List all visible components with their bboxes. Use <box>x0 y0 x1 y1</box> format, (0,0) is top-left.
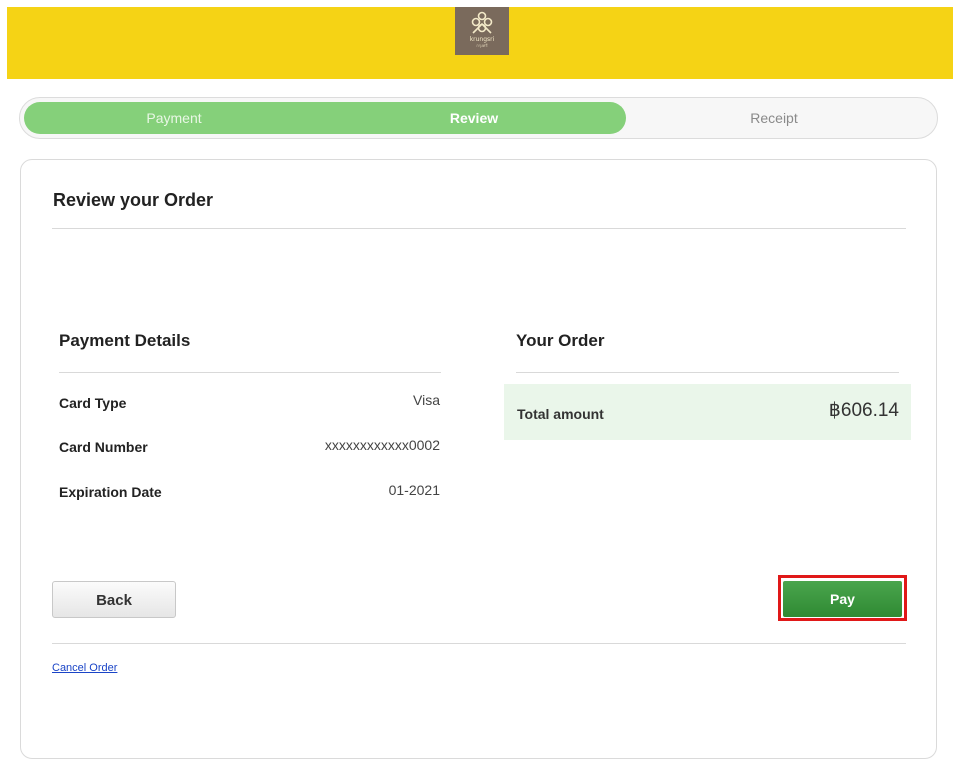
step-review: Review <box>449 110 499 126</box>
title-divider <box>52 228 906 229</box>
footer-divider <box>52 643 906 644</box>
total-amount-value: ฿606.14 <box>828 400 899 421</box>
total-amount-label: Total amount <box>517 406 604 422</box>
review-card: Review your Order Payment Details Card T… <box>20 159 937 759</box>
step-receipt: Receipt <box>750 110 798 126</box>
payment-details-divider <box>59 372 441 373</box>
header-bar: krungsri กรุงศรี <box>7 7 953 79</box>
expiration-date-value: 01-2021 <box>388 482 440 498</box>
brand-name: krungsri <box>469 36 495 43</box>
page-title: Review your Order <box>53 190 214 210</box>
your-order-title: Your Order <box>516 331 605 350</box>
payment-details-title: Payment Details <box>59 331 191 350</box>
pay-button[interactable]: Pay <box>783 581 902 617</box>
cancel-order-link[interactable]: Cancel Order <box>52 662 117 674</box>
card-number-label: Card Number <box>59 439 148 455</box>
card-type-label: Card Type <box>59 395 127 411</box>
progress-steps: Payment Review Receipt <box>19 97 938 139</box>
krungsri-logo-icon <box>471 11 493 34</box>
back-button[interactable]: Back <box>52 581 176 618</box>
expiration-date-label: Expiration Date <box>59 484 162 500</box>
brand-sub: กรุงศรี <box>476 43 488 48</box>
your-order-divider <box>516 372 899 373</box>
step-payment: Payment <box>146 110 202 126</box>
card-type-value: Visa <box>413 392 440 408</box>
card-number-value: xxxxxxxxxxxx0002 <box>324 437 440 453</box>
krungsri-logo: krungsri กรุงศรี <box>455 7 509 55</box>
total-amount-box: Total amount ฿606.14 <box>504 384 911 440</box>
